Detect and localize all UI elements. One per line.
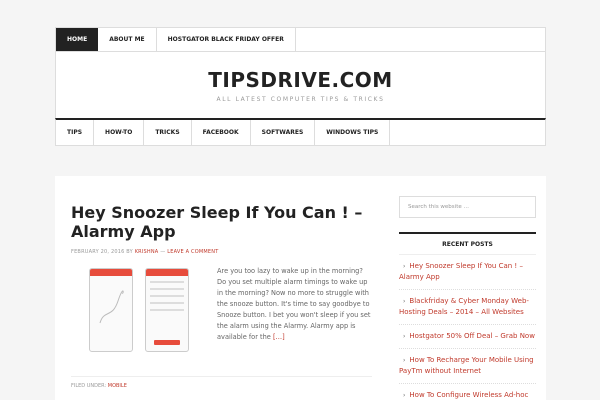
chevron-right-icon: › [403, 263, 406, 270]
main-navigation: TIPS HOW-TO TRICKS FACEBOOK SOFTWARES WI… [55, 118, 546, 146]
post-title[interactable]: Hey Snoozer Sleep If You Can ! – Alarmy … [71, 203, 372, 241]
top-navigation: HOME ABOUT ME HOSTGATOR BLACK FRIDAY OFF… [55, 27, 546, 52]
recent-post-item[interactable]: › Hey Snoozer Sleep If You Can ! – Alarmy… [399, 255, 536, 290]
post-meta: FEBRUARY 20, 2016 BY KRISHNA — LEAVE A C… [71, 249, 372, 255]
chevron-right-icon: › [403, 357, 406, 364]
phone-screenshot-left [89, 268, 133, 352]
site-header: TIPSDRIVE.COM ALL LATEST COMPUTER TIPS &… [55, 52, 546, 118]
post-thumbnail[interactable] [71, 266, 201, 356]
chevron-right-icon: › [403, 392, 406, 399]
topnav-hostgator-link[interactable]: HOSTGATOR BLACK FRIDAY OFFER [157, 28, 296, 51]
chevron-right-icon: › [403, 333, 406, 340]
excerpt-text: Are you too lazy to wake up in the morni… [217, 267, 371, 341]
sidebar: Search this website … RECENT POSTS › Hey … [388, 176, 546, 400]
category-link[interactable]: MOBILE [108, 383, 127, 389]
post-footer: FILED UNDER: MOBILE [71, 376, 372, 389]
main-content: Hey Snoozer Sleep If You Can ! – Alarmy … [55, 176, 388, 400]
nav-softwares-link[interactable]: SOFTWARES [251, 120, 316, 145]
recent-post-item[interactable]: › How To Recharge Your Mobile Using PayTm… [399, 349, 536, 384]
nav-tips-link[interactable]: TIPS [56, 120, 95, 145]
site-title[interactable]: TIPSDRIVE.COM [56, 68, 545, 92]
chevron-right-icon: › [403, 298, 406, 305]
nav-facebook-link[interactable]: FACEBOOK [192, 120, 251, 145]
topnav-home-link[interactable]: HOME [56, 28, 99, 51]
post-excerpt: Are you too lazy to wake up in the morni… [217, 266, 372, 356]
read-more-link[interactable]: […] [273, 333, 285, 341]
topnav-about-link[interactable]: ABOUT ME [98, 28, 157, 51]
filed-under-label: FILED UNDER: [71, 383, 107, 389]
post-date: FEBRUARY 20, 2016 [71, 249, 125, 255]
site-description: ALL LATEST COMPUTER TIPS & TRICKS [216, 96, 385, 103]
search-input[interactable]: Search this website … [399, 196, 536, 218]
recent-post-item[interactable]: ›How To Configure Wireless Ad-hoc Networ… [399, 384, 536, 400]
nav-howto-link[interactable]: HOW-TO [94, 120, 145, 145]
recent-post-link[interactable]: Hostgator 50% Off Deal – Grab Now [409, 332, 535, 340]
recent-posts-title: RECENT POSTS [399, 232, 536, 255]
nav-tricks-link[interactable]: TRICKS [144, 120, 192, 145]
post-body: Are you too lazy to wake up in the morni… [71, 266, 372, 356]
recent-post-link[interactable]: Hey Snoozer Sleep If You Can ! – Alarmy … [399, 262, 523, 281]
recent-post-link[interactable]: How To Configure Wireless Ad-hoc Network… [399, 391, 528, 400]
recent-posts-list: › Hey Snoozer Sleep If You Can ! – Alarmy… [399, 255, 536, 400]
meta-separator: — [160, 249, 166, 255]
recent-post-link[interactable]: Blackfriday & Cyber Monday Web-Hosting D… [399, 297, 529, 316]
leave-comment-link[interactable]: LEAVE A COMMENT [167, 249, 218, 255]
recent-post-item[interactable]: › Blackfriday & Cyber Monday Web-Hosting … [399, 290, 536, 325]
post-by: BY [126, 249, 133, 255]
nav-windows-tips-link[interactable]: WINDOWS TIPS [315, 120, 391, 145]
post-author-link[interactable]: KRISHNA [135, 249, 159, 255]
recent-post-item[interactable]: › Hostgator 50% Off Deal – Grab Now [399, 325, 536, 349]
phone-screenshot-right [145, 268, 189, 352]
recent-post-link[interactable]: How To Recharge Your Mobile Using PayTm … [399, 356, 534, 375]
